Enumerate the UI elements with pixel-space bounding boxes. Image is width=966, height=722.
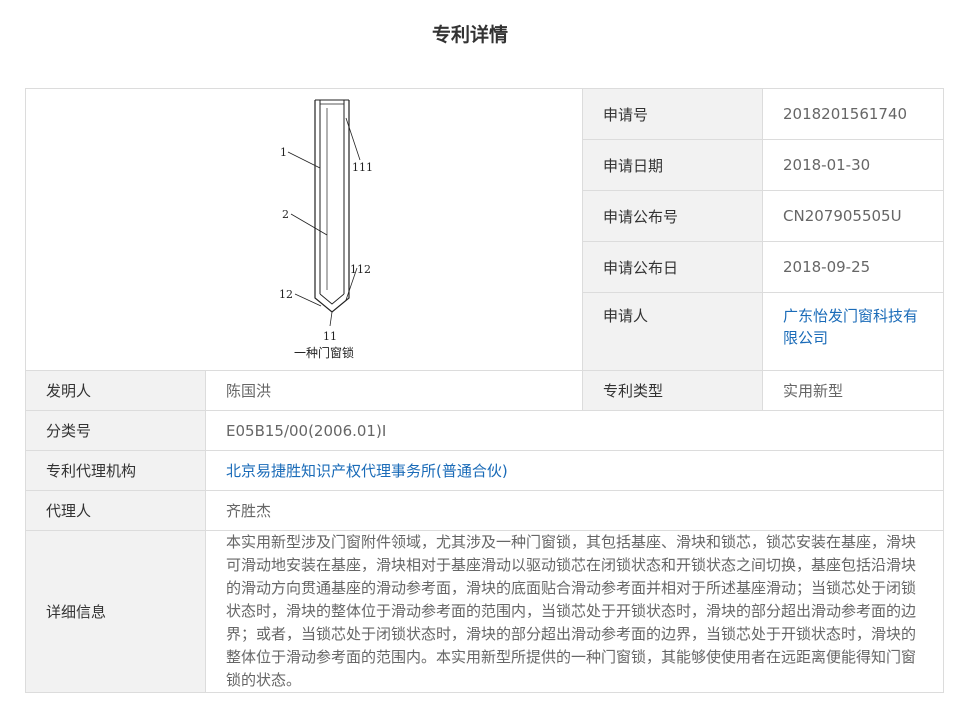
patent-type-value: 实用新型 [762, 370, 944, 411]
callout-12: 12 [279, 288, 293, 301]
patent-type-label: 专利类型 [582, 370, 763, 411]
agency-link[interactable]: 北京易捷胜知识产权代理事务所(普通合伙) [205, 450, 944, 491]
table-row: 发明人 陈国洪 专利类型 实用新型 [25, 370, 944, 411]
page-title: 专利详情 [431, 24, 508, 46]
details-cell: 本实用新型涉及门窗附件领域，尤其涉及一种门窗锁，其包括基座、滑块和锁芯，锁芯安装… [205, 530, 944, 693]
publication-no-label: 申请公布号 [582, 190, 763, 242]
details-label: 详细信息 [25, 530, 206, 693]
lock-drawing-svg: 1 2 12 11 111 112 [279, 99, 373, 343]
callout-2: 2 [282, 208, 289, 221]
callout-111: 111 [352, 161, 373, 174]
agency-label: 专利代理机构 [25, 450, 206, 491]
application-no-label: 申请号 [582, 88, 763, 140]
applicant-link[interactable]: 广东怡发门窗科技有限公司 [762, 292, 944, 371]
table-row: 代理人 齐胜杰 [25, 490, 944, 531]
publication-no-value: CN207905505U [762, 190, 944, 242]
classification-value: E05B15/00(2006.01)I [205, 410, 944, 451]
patent-drawing-cell: 1 2 12 11 111 112 一种门窗锁 [25, 88, 583, 371]
application-date-label: 申请日期 [582, 139, 763, 191]
agent-label: 代理人 [25, 490, 206, 531]
details-text: 本实用新型涉及门窗附件领域，尤其涉及一种门窗锁，其包括基座、滑块和锁芯，锁芯安装… [226, 533, 917, 689]
publication-date-value: 2018-09-25 [762, 241, 944, 293]
inventor-label: 发明人 [25, 370, 206, 411]
application-no-value: 2018201561740 [762, 88, 944, 140]
publication-date-label: 申请公布日 [582, 241, 763, 293]
table-row: 分类号 E05B15/00(2006.01)I [25, 410, 944, 451]
application-date-value: 2018-01-30 [762, 139, 944, 191]
patent-drawing: 1 2 12 11 111 112 一种门窗锁 [46, 90, 602, 370]
drawing-caption: 一种门窗锁 [293, 345, 354, 360]
patent-detail-table: 1 2 12 11 111 112 一种门窗锁 申请号 201820156174… [25, 88, 944, 693]
table-row: 1 2 12 11 111 112 一种门窗锁 申请号 201820156174… [25, 88, 944, 371]
table-row: 详细信息 本实用新型涉及门窗附件领域，尤其涉及一种门窗锁，其包括基座、滑块和锁芯… [25, 530, 944, 693]
callout-1: 1 [280, 146, 287, 159]
table-row: 专利代理机构 北京易捷胜知识产权代理事务所(普通合伙) [25, 450, 944, 491]
callout-11: 11 [323, 330, 337, 340]
inventor-value: 陈国洪 [205, 370, 583, 411]
applicant-label: 申请人 [582, 292, 763, 371]
classification-label: 分类号 [25, 410, 206, 451]
callout-112: 112 [350, 263, 371, 276]
agent-value: 齐胜杰 [205, 490, 944, 531]
